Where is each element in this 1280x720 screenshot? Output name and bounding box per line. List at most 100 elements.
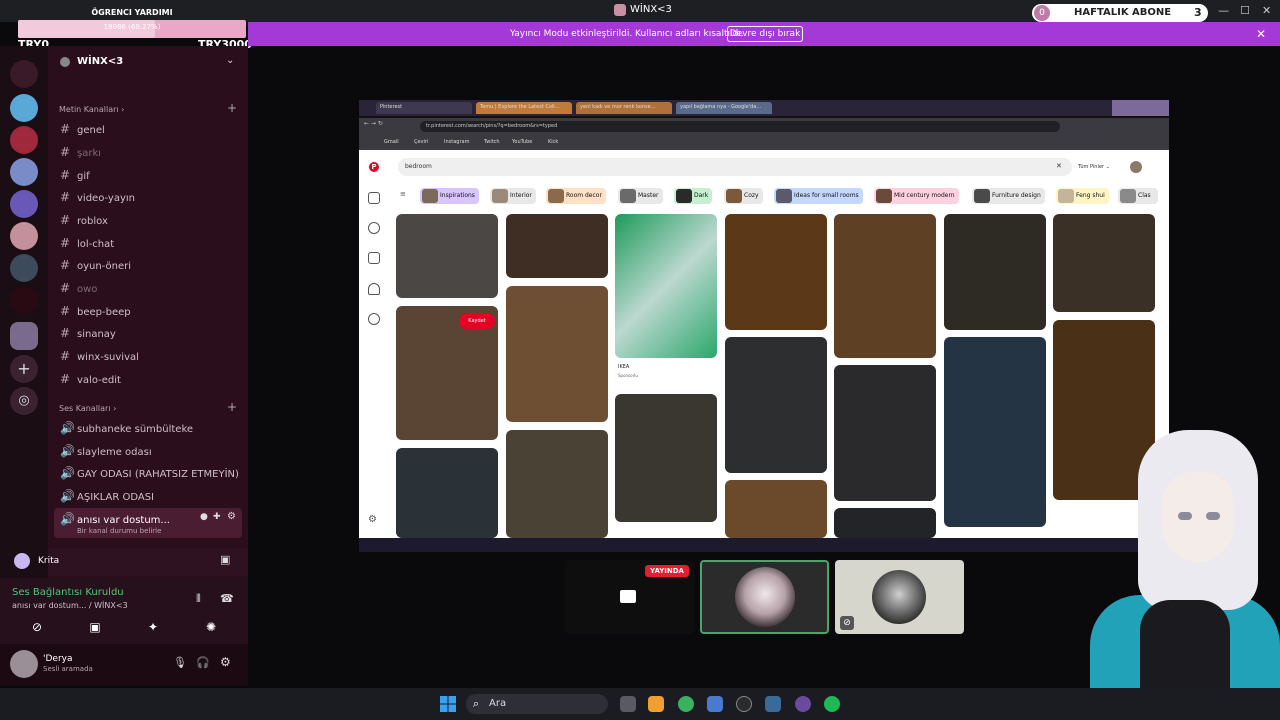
address-bar[interactable]: tr.pinterest.com/search/pins/?q=bedroom&… bbox=[420, 121, 1060, 132]
avatar[interactable] bbox=[1130, 161, 1142, 173]
obs-icon[interactable] bbox=[736, 696, 752, 712]
messages-icon[interactable] bbox=[368, 313, 380, 325]
pin-image[interactable] bbox=[396, 448, 498, 538]
gear-icon[interactable]: ⚙ bbox=[368, 514, 377, 525]
channel-video-yayin[interactable]: # video-yayın bbox=[60, 190, 135, 204]
bookmark[interactable]: Gmail bbox=[384, 139, 399, 145]
gear-icon[interactable]: ⚙ bbox=[220, 655, 231, 669]
chip-room-decor[interactable]: Room decor bbox=[546, 188, 606, 204]
activities-icon[interactable]: ✦ bbox=[143, 620, 163, 636]
close-window-button[interactable]: ✕ bbox=[1262, 4, 1271, 17]
add-voice-channel-icon[interactable]: + bbox=[227, 400, 237, 414]
pin-image[interactable] bbox=[944, 214, 1046, 330]
server-icon-2[interactable] bbox=[10, 94, 38, 122]
chip-interior[interactable]: Interior bbox=[490, 188, 536, 204]
server-icon-5[interactable] bbox=[10, 190, 38, 218]
task-view-icon[interactable] bbox=[620, 696, 636, 712]
avatar[interactable] bbox=[10, 650, 38, 678]
voice-channel-1[interactable]: 🔊 subhaneke sümbülteke bbox=[60, 421, 193, 435]
chip-classic[interactable]: Clas bbox=[1118, 188, 1158, 204]
app-icon[interactable] bbox=[648, 696, 664, 712]
pin-filter-dropdown[interactable]: Tüm Pinler ⌄ bbox=[1078, 164, 1110, 170]
noise-suppression-icon[interactable]: ⦀ bbox=[196, 592, 201, 606]
clear-search-icon[interactable]: ✕ bbox=[1056, 162, 1062, 170]
app-icon[interactable] bbox=[707, 696, 723, 712]
channel-lol-chat[interactable]: # lol-chat bbox=[60, 236, 114, 250]
camera-off-icon[interactable]: ⊘ bbox=[27, 620, 47, 636]
save-pin-button[interactable]: Kaydet bbox=[459, 313, 495, 329]
channel-valo-edit[interactable]: # valo-edit bbox=[60, 372, 121, 386]
server-folder[interactable] bbox=[10, 322, 38, 350]
voice-channel-3[interactable]: 🔊 GAY ODASI (RAHATSIZ ETMEYİN) bbox=[60, 466, 239, 480]
chip-small-rooms[interactable]: Ideas for small rooms bbox=[774, 188, 863, 204]
server-icon-8[interactable] bbox=[10, 286, 38, 314]
filter-icon[interactable]: ≡ bbox=[400, 190, 406, 198]
create-icon[interactable] bbox=[368, 252, 380, 264]
channel-roblox[interactable]: # roblox bbox=[60, 213, 108, 227]
disconnect-icon[interactable]: ☎ bbox=[220, 592, 234, 605]
server-name[interactable]: WİNX<3 bbox=[77, 56, 123, 67]
chip-inspirations[interactable]: Inspirations bbox=[420, 188, 479, 204]
minimize-button[interactable]: — bbox=[1218, 4, 1229, 17]
pin-image[interactable] bbox=[725, 480, 827, 538]
browser-tab[interactable]: yapıl bağlama nya - Google'da... bbox=[676, 102, 772, 114]
browser-tab[interactable]: Pinterest bbox=[376, 102, 472, 114]
ad-pin-image[interactable] bbox=[615, 214, 717, 358]
add-server-icon[interactable]: + bbox=[10, 355, 38, 383]
back-icon[interactable]: ← → ↻ bbox=[364, 120, 383, 127]
chrome-icon[interactable] bbox=[678, 696, 694, 712]
taskbar-search-input[interactable] bbox=[466, 694, 608, 714]
app-icon[interactable] bbox=[795, 696, 811, 712]
chat-bubble-icon[interactable]: ● bbox=[200, 512, 208, 522]
pin-image[interactable] bbox=[506, 214, 608, 278]
screen-share-button[interactable]: ▣ bbox=[85, 620, 105, 636]
pin-image[interactable] bbox=[725, 214, 827, 330]
pin-image[interactable] bbox=[834, 365, 936, 501]
server-icon-1[interactable] bbox=[10, 60, 38, 88]
disable-streamer-mode-button[interactable]: Devre dışı bırak bbox=[727, 26, 803, 42]
pin-image[interactable] bbox=[506, 430, 608, 538]
home-icon[interactable] bbox=[368, 192, 380, 204]
voice-channel-active[interactable]: 🔊 anısı var dostum... bbox=[60, 512, 170, 526]
add-text-channel-icon[interactable]: + bbox=[227, 101, 237, 115]
pinterest-logo-icon[interactable]: P bbox=[369, 162, 379, 172]
pin-image[interactable] bbox=[1053, 214, 1155, 312]
pin-image[interactable] bbox=[834, 214, 936, 358]
chip-master[interactable]: Master bbox=[618, 188, 663, 204]
pin-image[interactable] bbox=[396, 214, 498, 298]
bookmark[interactable]: Çeviri bbox=[414, 139, 428, 145]
gear-icon[interactable]: ⚙ bbox=[227, 511, 236, 522]
server-icon-7[interactable] bbox=[10, 254, 38, 282]
microphone-icon[interactable]: 🎙 bbox=[173, 656, 187, 669]
bookmark[interactable]: Twitch bbox=[484, 139, 500, 145]
voice-connected-status[interactable]: Ses Bağlantısı Kuruldu bbox=[12, 587, 124, 598]
chevron-down-icon[interactable]: ⌄ bbox=[226, 55, 234, 66]
pin-image[interactable] bbox=[834, 508, 936, 538]
server-icon-4[interactable] bbox=[10, 158, 38, 186]
maximize-button[interactable]: ☐ bbox=[1240, 4, 1250, 17]
screen-share-icon[interactable]: ▣ bbox=[220, 553, 230, 566]
vegas-icon[interactable] bbox=[765, 696, 781, 712]
chip-mid-century[interactable]: Mid century modern bbox=[874, 188, 959, 204]
browser-tab[interactable]: Temu | Explore the Latest Coll... bbox=[476, 102, 572, 114]
bookmark[interactable]: YouTube bbox=[512, 139, 532, 145]
channel-oyun-oneri[interactable]: # oyun-öneri bbox=[60, 258, 131, 272]
chip-feng-shui[interactable]: Feng shui bbox=[1056, 188, 1109, 204]
bookmark[interactable]: Kick bbox=[548, 139, 558, 145]
chip-furniture[interactable]: Furniture design bbox=[972, 188, 1045, 204]
bell-icon[interactable] bbox=[368, 283, 380, 295]
pinterest-search-input[interactable]: bedroom bbox=[398, 158, 1072, 176]
pin-image[interactable] bbox=[615, 394, 717, 522]
explore-icon[interactable] bbox=[368, 222, 380, 234]
channel-beep-beep[interactable]: # beep-beep bbox=[60, 304, 131, 318]
server-icon-6[interactable] bbox=[10, 222, 38, 250]
ad-brand[interactable]: IKEA bbox=[618, 364, 629, 370]
channel-status-hint[interactable]: Bir kanal durumu belirle bbox=[77, 527, 161, 535]
pin-image[interactable] bbox=[506, 286, 608, 422]
windows-start-icon[interactable] bbox=[440, 696, 456, 712]
voice-channel-2[interactable]: 🔊 slayleme odası bbox=[60, 444, 152, 458]
channel-sarki[interactable]: # şarkı bbox=[60, 145, 101, 159]
headphones-icon[interactable]: 🎧 bbox=[196, 656, 210, 669]
channel-owo[interactable]: # owo bbox=[60, 281, 97, 295]
text-category-label[interactable]: Metin Kanalları › bbox=[59, 105, 124, 114]
